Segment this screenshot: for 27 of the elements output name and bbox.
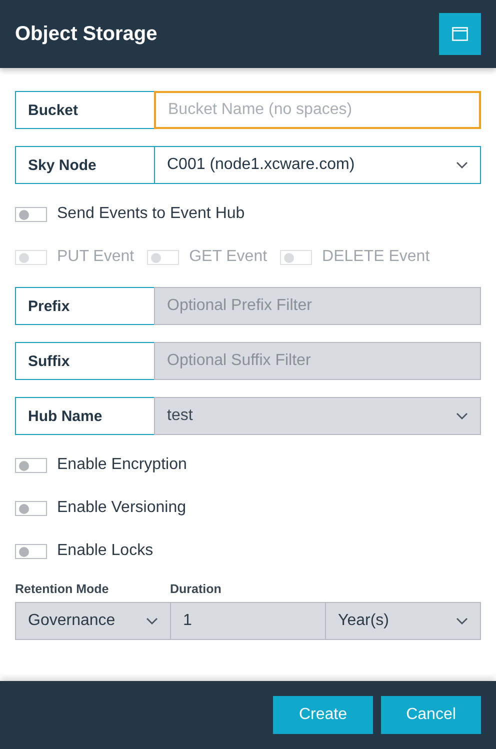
toggle-switch[interactable] [15,544,47,558]
chevron-down-icon [456,161,468,169]
toggle-switch[interactable] [15,206,47,222]
window-icon [452,27,468,41]
toggle-label: DELETE Event [322,248,430,266]
duration-label: Duration [170,582,222,596]
toggle-label: Enable Versioning [57,499,186,517]
toggle-label: Enable Locks [57,542,154,560]
field-label: Prefix [15,287,154,325]
field-label: Bucket [15,91,154,129]
chevron-down-icon [456,617,468,625]
toggle-label: Enable Encryption [57,456,187,474]
toggle-switch[interactable] [15,500,47,516]
toggle-label: GET Event [189,248,268,266]
window-button[interactable] [439,13,481,55]
field-label: Suffix [15,342,154,380]
toggle-label: PUT Event [57,248,134,266]
window-title: Object Storage [15,22,158,46]
chevron-down-icon [146,617,158,625]
toggle-switch[interactable] [15,458,47,472]
retention-mode-label: Retention Mode [15,582,110,596]
toggle-label: Send Events to Event Hub [57,205,245,223]
dropdown-field[interactable]: C001 (node1.xcware.com) [154,146,481,184]
chevron-down-icon [456,412,468,420]
field-label: Hub Name [15,397,154,435]
field-label: Sky Node [15,146,154,184]
text-input[interactable]: Bucket Name (no spaces) [154,91,481,129]
